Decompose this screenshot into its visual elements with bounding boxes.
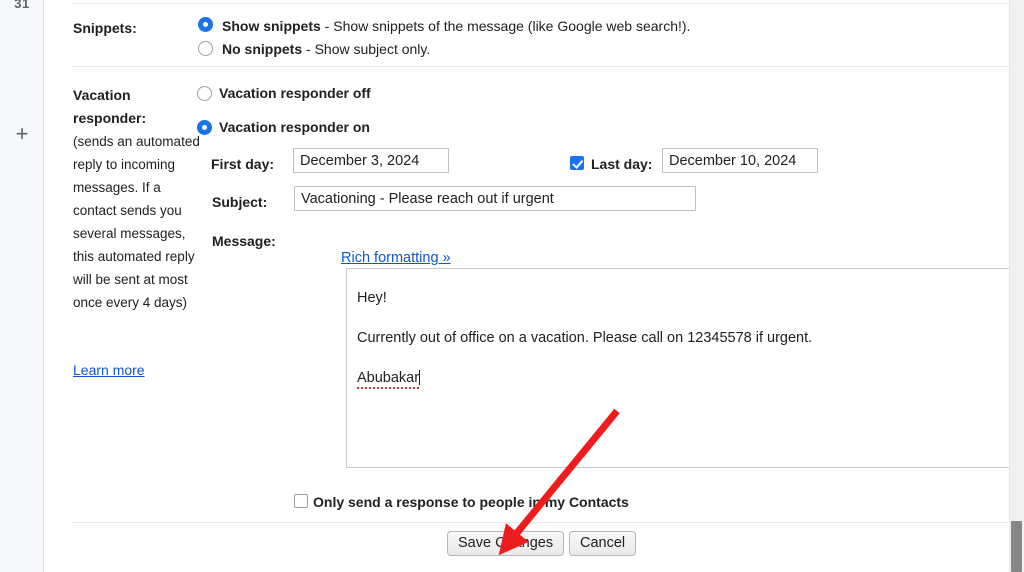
radio-vacation-responder-on[interactable] xyxy=(197,120,212,135)
show-snippets-bold: Show snippets xyxy=(222,18,321,34)
last-day-checkbox[interactable] xyxy=(570,156,584,170)
divider-bottom xyxy=(72,522,1024,523)
left-rail: 31 + xyxy=(0,0,44,572)
message-textarea[interactable]: Hey! Currently out of office on a vacati… xyxy=(346,268,1019,468)
learn-more-link[interactable]: Learn more xyxy=(73,362,145,378)
message-line-3: Abubakar xyxy=(357,369,1006,389)
contacts-only-label: Only send a response to people in my Con… xyxy=(313,494,629,510)
radio-vacation-responder-off[interactable] xyxy=(197,86,212,101)
settings-pane: Snippets: Show snippets - Show snippets … xyxy=(45,0,1024,572)
vacation-responder-off-text: Vacation responder off xyxy=(219,85,371,101)
last-day-input[interactable] xyxy=(662,148,818,173)
contacts-only-checkbox[interactable] xyxy=(294,494,308,508)
message-line-1: Hey! xyxy=(357,290,387,306)
no-snippets-option-text: No snippets - Show subject only. xyxy=(222,41,430,57)
vertical-scrollbar-track[interactable] xyxy=(1009,0,1024,572)
show-snippets-option-text: Show snippets - Show snippets of the mes… xyxy=(222,18,690,34)
save-changes-button[interactable]: Save Changes xyxy=(447,531,565,556)
vacation-responder-on-text: Vacation responder on xyxy=(219,119,370,135)
first-day-input[interactable] xyxy=(293,148,449,173)
add-icon[interactable]: + xyxy=(0,123,44,145)
no-snippets-desc: - Show subject only. xyxy=(302,41,431,57)
text-caret xyxy=(419,370,421,385)
subject-label: Subject: xyxy=(212,194,268,210)
vacation-responder-label: Vacation responder: xyxy=(73,87,147,126)
radio-show-snippets[interactable] xyxy=(198,17,213,32)
misspelled-word: Abubakar xyxy=(357,370,420,389)
subject-input[interactable] xyxy=(294,186,696,211)
radio-no-snippets[interactable] xyxy=(198,41,213,56)
snippets-label: Snippets: xyxy=(73,20,137,36)
message-text-content: Hey! Currently out of office on a vacati… xyxy=(357,289,1006,389)
first-day-label: First day: xyxy=(211,156,275,172)
cancel-button[interactable]: Cancel xyxy=(569,531,637,556)
divider-middle xyxy=(72,66,1024,67)
no-snippets-bold: No snippets xyxy=(222,41,303,57)
divider-top xyxy=(72,3,1024,4)
show-snippets-desc: - Show snippets of the message (like Goo… xyxy=(320,18,691,34)
vacation-responder-note: (sends an automated reply to incoming me… xyxy=(73,134,200,310)
last-day-label: Last day: xyxy=(591,156,653,172)
rich-formatting-link[interactable]: Rich formatting » xyxy=(341,250,451,266)
calendar-icon[interactable]: 31 xyxy=(0,0,44,11)
message-label: Message: xyxy=(212,233,276,249)
vertical-scrollbar-thumb[interactable] xyxy=(1011,521,1022,572)
message-line-2: Currently out of office on a vacation. P… xyxy=(357,330,813,346)
